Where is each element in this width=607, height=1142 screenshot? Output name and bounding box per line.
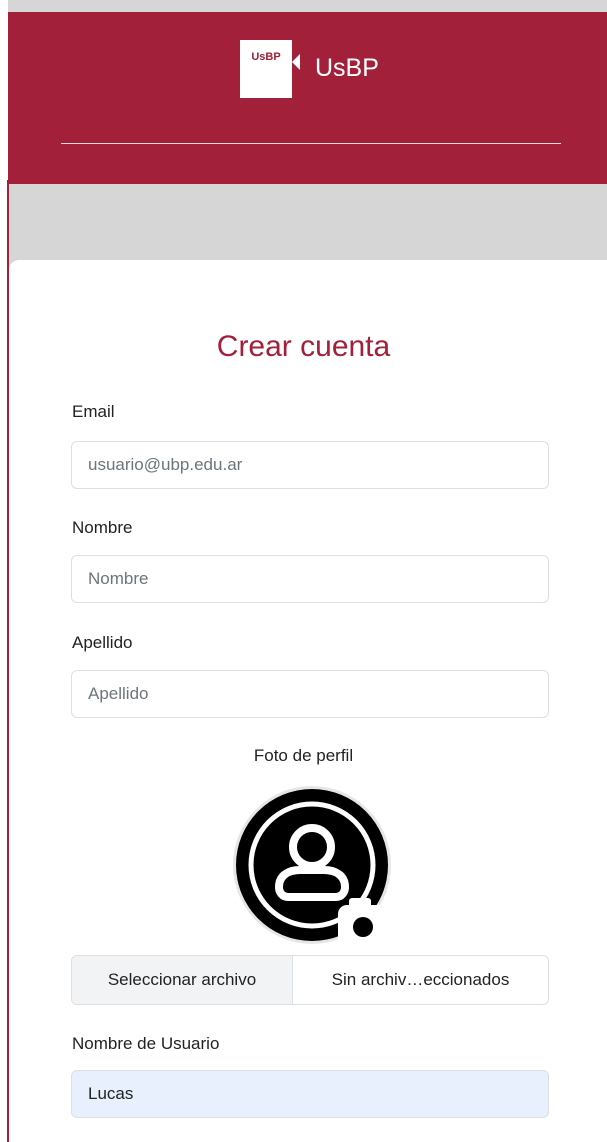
nombre-label: Nombre: [72, 518, 133, 537]
apellido-label: Apellido: [72, 633, 133, 652]
page: UsBP UsBP Crear cuenta Email Nombre Apel…: [0, 0, 607, 1142]
profile-photo-label: Foto de perfil: [253, 746, 354, 765]
logo-text: UsBP: [251, 51, 281, 63]
email-field[interactable]: [71, 441, 549, 489]
username-label: Nombre de Usuario: [72, 1034, 220, 1053]
select-file-button[interactable]: Seleccionar archivo: [72, 956, 293, 1004]
page-title: Crear cuenta: [216, 330, 391, 363]
apellido-field[interactable]: [71, 670, 549, 718]
email-label: Email: [72, 402, 115, 421]
profile-photo-button[interactable]: [232, 785, 392, 945]
header: UsBP UsBP: [8, 12, 607, 184]
brand-name[interactable]: UsBP: [315, 54, 379, 83]
user-circle-camera-icon: [233, 786, 391, 945]
header-divider: [61, 143, 561, 144]
nombre-field[interactable]: [71, 555, 549, 603]
username-field[interactable]: [71, 1070, 549, 1118]
logo[interactable]: UsBP: [240, 40, 300, 98]
file-status-text: Sin archiv…eccionados: [331, 970, 510, 989]
profile-photo-file-input[interactable]: Seleccionar archivo Sin archiv…eccionado…: [71, 955, 549, 1005]
